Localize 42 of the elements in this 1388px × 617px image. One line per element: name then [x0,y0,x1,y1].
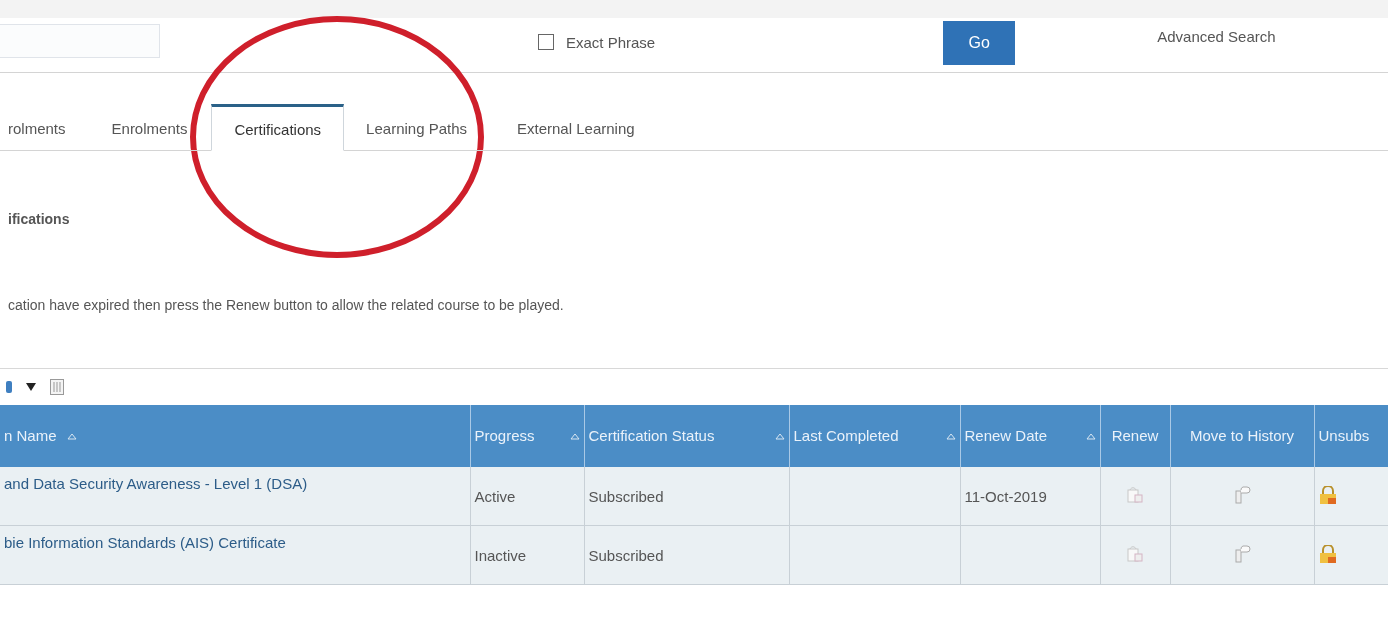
tab[interactable]: Learning Paths [344,120,505,150]
move-to-history-icon [1233,543,1251,564]
advanced-search-link[interactable]: Advanced Search [1157,27,1276,45]
checkbox[interactable] [538,34,554,50]
column-header-label: Renew [1111,427,1159,445]
table-cell: Subscribed [588,487,664,505]
renew-button[interactable] [1126,544,1144,563]
section-title: ifications [8,211,71,227]
move-to-history-button[interactable] [1233,484,1251,505]
certification-link[interactable]: bie Information Standards (AIS) Certificate [4,534,286,551]
tab[interactable]: rolments [8,120,100,150]
table-cell: Active [474,487,516,505]
tab[interactable]: Certifications [211,104,345,151]
checkbox-label: Exact Phrase [566,33,656,51]
dropdown-caret-icon [26,383,36,391]
move-to-history-button[interactable] [1233,543,1251,564]
tab[interactable]: External Learning [505,120,647,150]
go-button[interactable]: Go [943,21,1016,65]
column-header-label: Unsubs [1318,427,1370,445]
column-header-label: Renew Date [964,427,1048,445]
renew-icon [1126,485,1144,504]
table-cell: Subscribed [588,546,664,564]
columns-icon [50,379,64,395]
column-header-label: Move to History [1189,427,1295,445]
unsubscribe-icon [1318,544,1337,563]
renew-icon [1126,544,1144,563]
certification-link[interactable]: and Data Security Awareness - Level 1 (DSA) [4,475,308,492]
instruction-text: cation have expired then press the Renew button to allow the related course to be played. [8,297,565,313]
column-header-label: Certification Status [588,427,715,445]
unsubscribe-button[interactable] [1318,544,1337,563]
unsubscribe-button[interactable] [1318,485,1337,504]
column-header-label: Last Completed [793,427,899,445]
column-header-label: n Name [4,427,57,445]
renew-button[interactable] [1126,485,1144,504]
move-to-history-icon [1233,484,1251,505]
table-cell: 11-Oct-2019 [964,487,1047,505]
column-header-label: Progress [474,427,535,445]
search-field[interactable] [0,24,160,58]
tab[interactable]: Enrolments [99,120,212,150]
table-cell: Inactive [474,546,527,564]
view-icon [6,379,12,395]
unsubscribe-icon [1318,485,1337,504]
